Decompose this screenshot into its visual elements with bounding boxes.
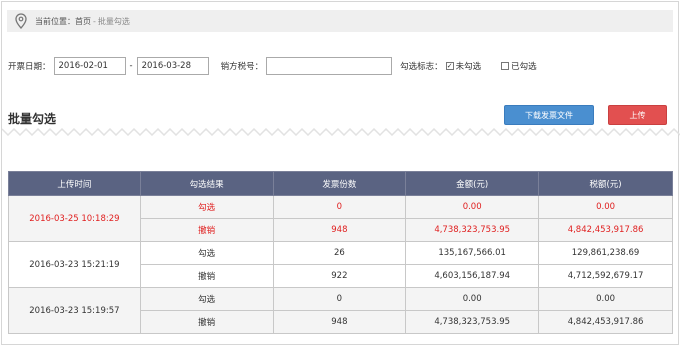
result-cell: 勾选	[139, 287, 274, 311]
amount-cell: 4,603,156,187.94	[405, 264, 540, 288]
result-cell: 撤销	[139, 218, 274, 242]
col-upload-time: 上传时间	[8, 171, 141, 196]
amount-cell: 0.00	[405, 195, 540, 219]
tax-cell: 0.00	[538, 195, 673, 219]
unchecked-option-label: 未勾选	[455, 62, 482, 72]
col-invoice-count: 发票份数	[272, 171, 407, 196]
col-result: 勾选结果	[139, 171, 274, 196]
table-header-row: 上传时间 勾选结果 发票份数 金额(元) 税额(元)	[8, 171, 673, 196]
count-cell: 948	[272, 218, 407, 242]
tax-cell: 4,842,453,917.86	[538, 218, 673, 242]
result-cell: 勾选	[139, 241, 274, 265]
result-cell: 撤销	[139, 264, 274, 288]
breadcrumb-separator: -	[93, 16, 96, 26]
amount-cell: 4,738,323,753.95	[405, 218, 540, 242]
breadcrumb: 当前位置： 首页 - 批量勾选	[7, 10, 673, 32]
tax-id-input[interactable]	[266, 57, 393, 75]
filter-bar: 开票日期： - 销方税号： 勾选标志： ✓ 未勾选 已勾选	[8, 57, 537, 75]
tax-cell: 129,861,238.69	[538, 241, 673, 265]
amount-cell: 0.00	[405, 287, 540, 311]
count-cell: 948	[272, 310, 407, 334]
count-cell: 26	[272, 241, 407, 265]
breadcrumb-home-link[interactable]: 首页	[75, 16, 91, 27]
date-label: 开票日期：	[8, 62, 51, 72]
table-row: 2016-03-23 15:21:19 勾选 26 135,167,566.01…	[8, 241, 673, 288]
unchecked-option-checkbox[interactable]: ✓	[445, 62, 454, 70]
upload-results-table: 上传时间 勾选结果 发票份数 金额(元) 税额(元) 2016-03-25 10…	[8, 171, 673, 334]
breadcrumb-label: 当前位置：	[35, 16, 75, 26]
zigzag-divider	[2, 128, 680, 136]
table-row: 2016-03-23 15:19:57 勾选 0 0.00 0.00	[8, 287, 673, 334]
tax-id-label: 销方税号：	[220, 62, 264, 72]
date-to-input[interactable]	[136, 57, 209, 75]
count-cell: 922	[272, 264, 407, 288]
upload-time-cell: 2016-03-23 15:21:19	[8, 241, 141, 288]
date-from-input[interactable]	[53, 57, 126, 75]
result-cell: 勾选	[139, 195, 274, 219]
amount-cell: 135,167,566.01	[405, 241, 540, 265]
section-title: 批量勾选	[8, 112, 57, 126]
amount-cell: 4,738,323,753.95	[405, 310, 540, 334]
page-frame: 当前位置： 首页 - 批量勾选 开票日期： - 销方税号： 勾选标志： ✓ 未勾…	[1, 1, 680, 345]
checked-option-checkbox[interactable]	[501, 62, 510, 70]
download-button[interactable]: 下载发票文件	[504, 105, 594, 125]
upload-time-cell: 2016-03-23 15:19:57	[8, 287, 141, 334]
upload-time-cell: 2016-03-25 10:18:29	[8, 195, 141, 242]
tax-cell: 4,712,592,679.17	[538, 264, 673, 288]
tax-cell: 4,842,453,917.86	[538, 310, 673, 334]
date-range-separator: -	[129, 61, 133, 71]
breadcrumb-current: 批量勾选	[97, 16, 130, 26]
checked-option-label: 已勾选	[511, 62, 537, 72]
flag-label: 勾选标志：	[400, 62, 443, 72]
table-row: 2016-03-25 10:18:29 勾选 0 0.00 0.00	[8, 195, 673, 242]
col-amount: 金额(元)	[405, 171, 540, 196]
tax-cell: 0.00	[538, 287, 673, 311]
result-cell: 撤销	[139, 310, 274, 334]
upload-button[interactable]: 上传	[608, 105, 667, 125]
count-cell: 0	[272, 287, 407, 311]
col-tax: 税额(元)	[538, 171, 673, 196]
location-pin-icon	[13, 12, 29, 30]
count-cell: 0	[272, 195, 407, 219]
